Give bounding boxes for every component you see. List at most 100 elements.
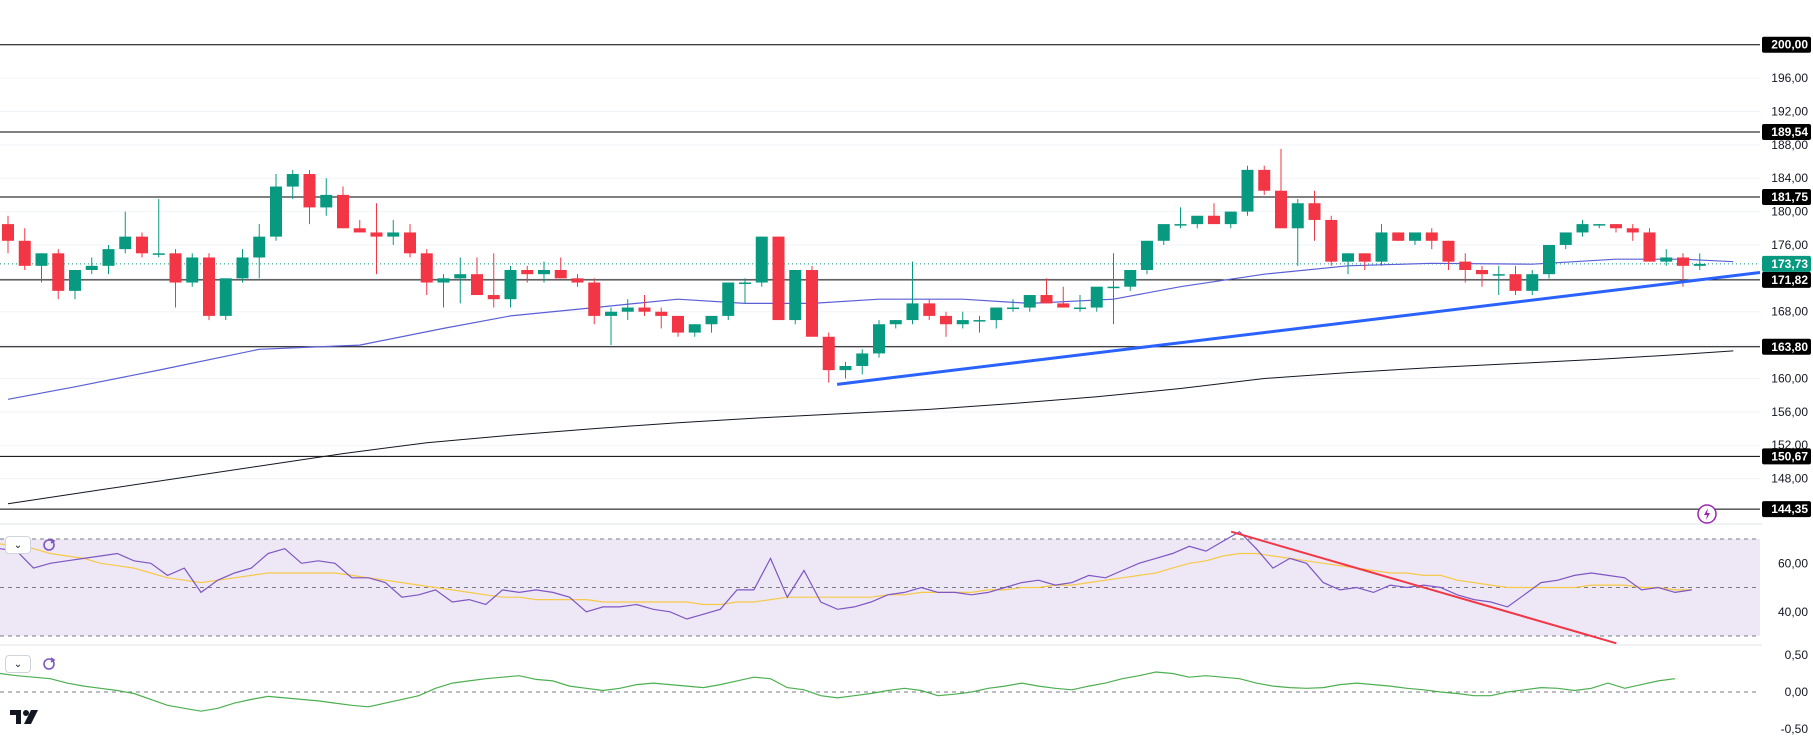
candle-up[interactable] <box>186 257 199 283</box>
candle-down[interactable] <box>806 270 818 337</box>
candle-down[interactable] <box>1275 190 1287 229</box>
candle-up[interactable] <box>1559 232 1572 245</box>
candle-up[interactable] <box>705 315 718 325</box>
candle-down[interactable] <box>2 224 14 241</box>
candle-up[interactable] <box>1023 295 1036 308</box>
candle-down[interactable] <box>1208 215 1220 225</box>
candle-down[interactable] <box>1626 228 1639 233</box>
candle-up[interactable] <box>1660 257 1673 262</box>
candle-down[interactable] <box>420 253 433 283</box>
rsi-pane[interactable] <box>0 530 1813 646</box>
candle-down[interactable] <box>370 232 383 237</box>
candle-down[interactable] <box>940 315 952 325</box>
candle-up[interactable] <box>956 320 969 325</box>
candle-up[interactable] <box>1409 232 1421 241</box>
osc-sync-button[interactable] <box>40 655 58 673</box>
candle-up[interactable] <box>219 278 232 316</box>
candle-down[interactable] <box>1509 274 1522 291</box>
candle-down[interactable] <box>1358 253 1371 262</box>
candle-up[interactable] <box>387 232 400 237</box>
candle-up[interactable] <box>1543 244 1555 275</box>
candle-up[interactable] <box>839 365 852 371</box>
candle-up[interactable] <box>1107 286 1120 289</box>
candle-up[interactable] <box>102 249 115 266</box>
candle-down[interactable] <box>655 311 668 316</box>
candle-down[interactable] <box>203 257 215 316</box>
candle-up[interactable] <box>1090 286 1103 308</box>
candle-up[interactable] <box>621 307 634 312</box>
candle-up[interactable] <box>856 353 869 366</box>
candle-down[interactable] <box>1610 224 1622 229</box>
candle-down[interactable] <box>303 174 316 208</box>
candle-down[interactable] <box>18 240 31 266</box>
candle-up[interactable] <box>906 303 919 321</box>
candle-down[interactable] <box>923 303 936 316</box>
candle-down[interactable] <box>1057 303 1070 308</box>
candle-up[interactable] <box>119 236 132 250</box>
candle-down[interactable] <box>1308 203 1321 220</box>
candle-down[interactable] <box>822 336 835 371</box>
candle-up[interactable] <box>85 265 98 270</box>
candle-down[interactable] <box>1442 240 1455 262</box>
candle-up[interactable] <box>1593 224 1606 226</box>
candle-up[interactable] <box>35 253 48 266</box>
candle-up[interactable] <box>1174 224 1187 226</box>
price-axis[interactable]: 200,00196,00192,00188,00184,00180,00176,… <box>1762 0 1813 744</box>
candle-down[interactable] <box>487 295 500 300</box>
candle-down[interactable] <box>1258 169 1271 191</box>
candle-up[interactable] <box>152 253 165 255</box>
candle-up[interactable] <box>1124 270 1137 287</box>
candle-down[interactable] <box>638 307 651 312</box>
candle-down[interactable] <box>1040 295 1053 304</box>
support-trendline[interactable] <box>836 271 1761 386</box>
candle-down[interactable] <box>1677 257 1689 266</box>
candle-up[interactable] <box>1576 224 1589 233</box>
candle-up[interactable] <box>1191 215 1204 225</box>
oscillator-pane[interactable] <box>0 671 1760 712</box>
candle-down[interactable] <box>404 232 416 254</box>
osc-collapse-button[interactable]: ⌄ <box>5 655 31 673</box>
candle-down[interactable] <box>1459 261 1472 270</box>
candle-up[interactable] <box>286 174 299 187</box>
candle-up[interactable] <box>1241 169 1254 212</box>
alert-button[interactable] <box>1697 504 1717 524</box>
candle-up[interactable] <box>889 320 902 325</box>
candle-up[interactable] <box>1693 263 1706 266</box>
candle-up[interactable] <box>605 311 617 316</box>
rsi-collapse-button[interactable]: ⌄ <box>5 536 31 554</box>
candle-up[interactable] <box>69 270 81 291</box>
candle-up[interactable] <box>270 186 282 237</box>
candle-down[interactable] <box>571 278 584 283</box>
candle-up[interactable] <box>1342 253 1354 262</box>
candle-up[interactable] <box>437 278 450 283</box>
candle-up[interactable] <box>873 324 885 354</box>
candle-up[interactable] <box>990 307 1003 321</box>
candle-up[interactable] <box>973 320 986 322</box>
candle-up[interactable] <box>1291 203 1304 229</box>
candle-up[interactable] <box>236 257 249 279</box>
rsi-sync-button[interactable] <box>40 536 58 554</box>
main-price-pane[interactable] <box>0 44 1813 525</box>
candle-down[interactable] <box>1325 219 1338 262</box>
candle-down[interactable] <box>52 253 65 291</box>
candle-up[interactable] <box>739 282 751 285</box>
candle-up[interactable] <box>755 236 768 283</box>
candle-up[interactable] <box>688 324 701 333</box>
candle-down[interactable] <box>1425 232 1438 241</box>
candle-down[interactable] <box>521 270 534 275</box>
candle-up[interactable] <box>1157 224 1170 241</box>
candle-down[interactable] <box>588 282 601 316</box>
candle-down[interactable] <box>672 315 684 333</box>
candle-up[interactable] <box>1224 211 1237 225</box>
candle-down[interactable] <box>772 236 785 321</box>
candle-down[interactable] <box>1476 270 1488 275</box>
candle-up[interactable] <box>789 270 802 321</box>
candle-down[interactable] <box>337 194 349 229</box>
candle-down[interactable] <box>169 253 182 283</box>
candle-up[interactable] <box>454 274 467 279</box>
candle-up[interactable] <box>538 270 550 275</box>
candle-up[interactable] <box>504 270 517 300</box>
candle-up[interactable] <box>320 194 333 208</box>
candle-down[interactable] <box>353 228 366 233</box>
candle-up[interactable] <box>722 282 735 316</box>
